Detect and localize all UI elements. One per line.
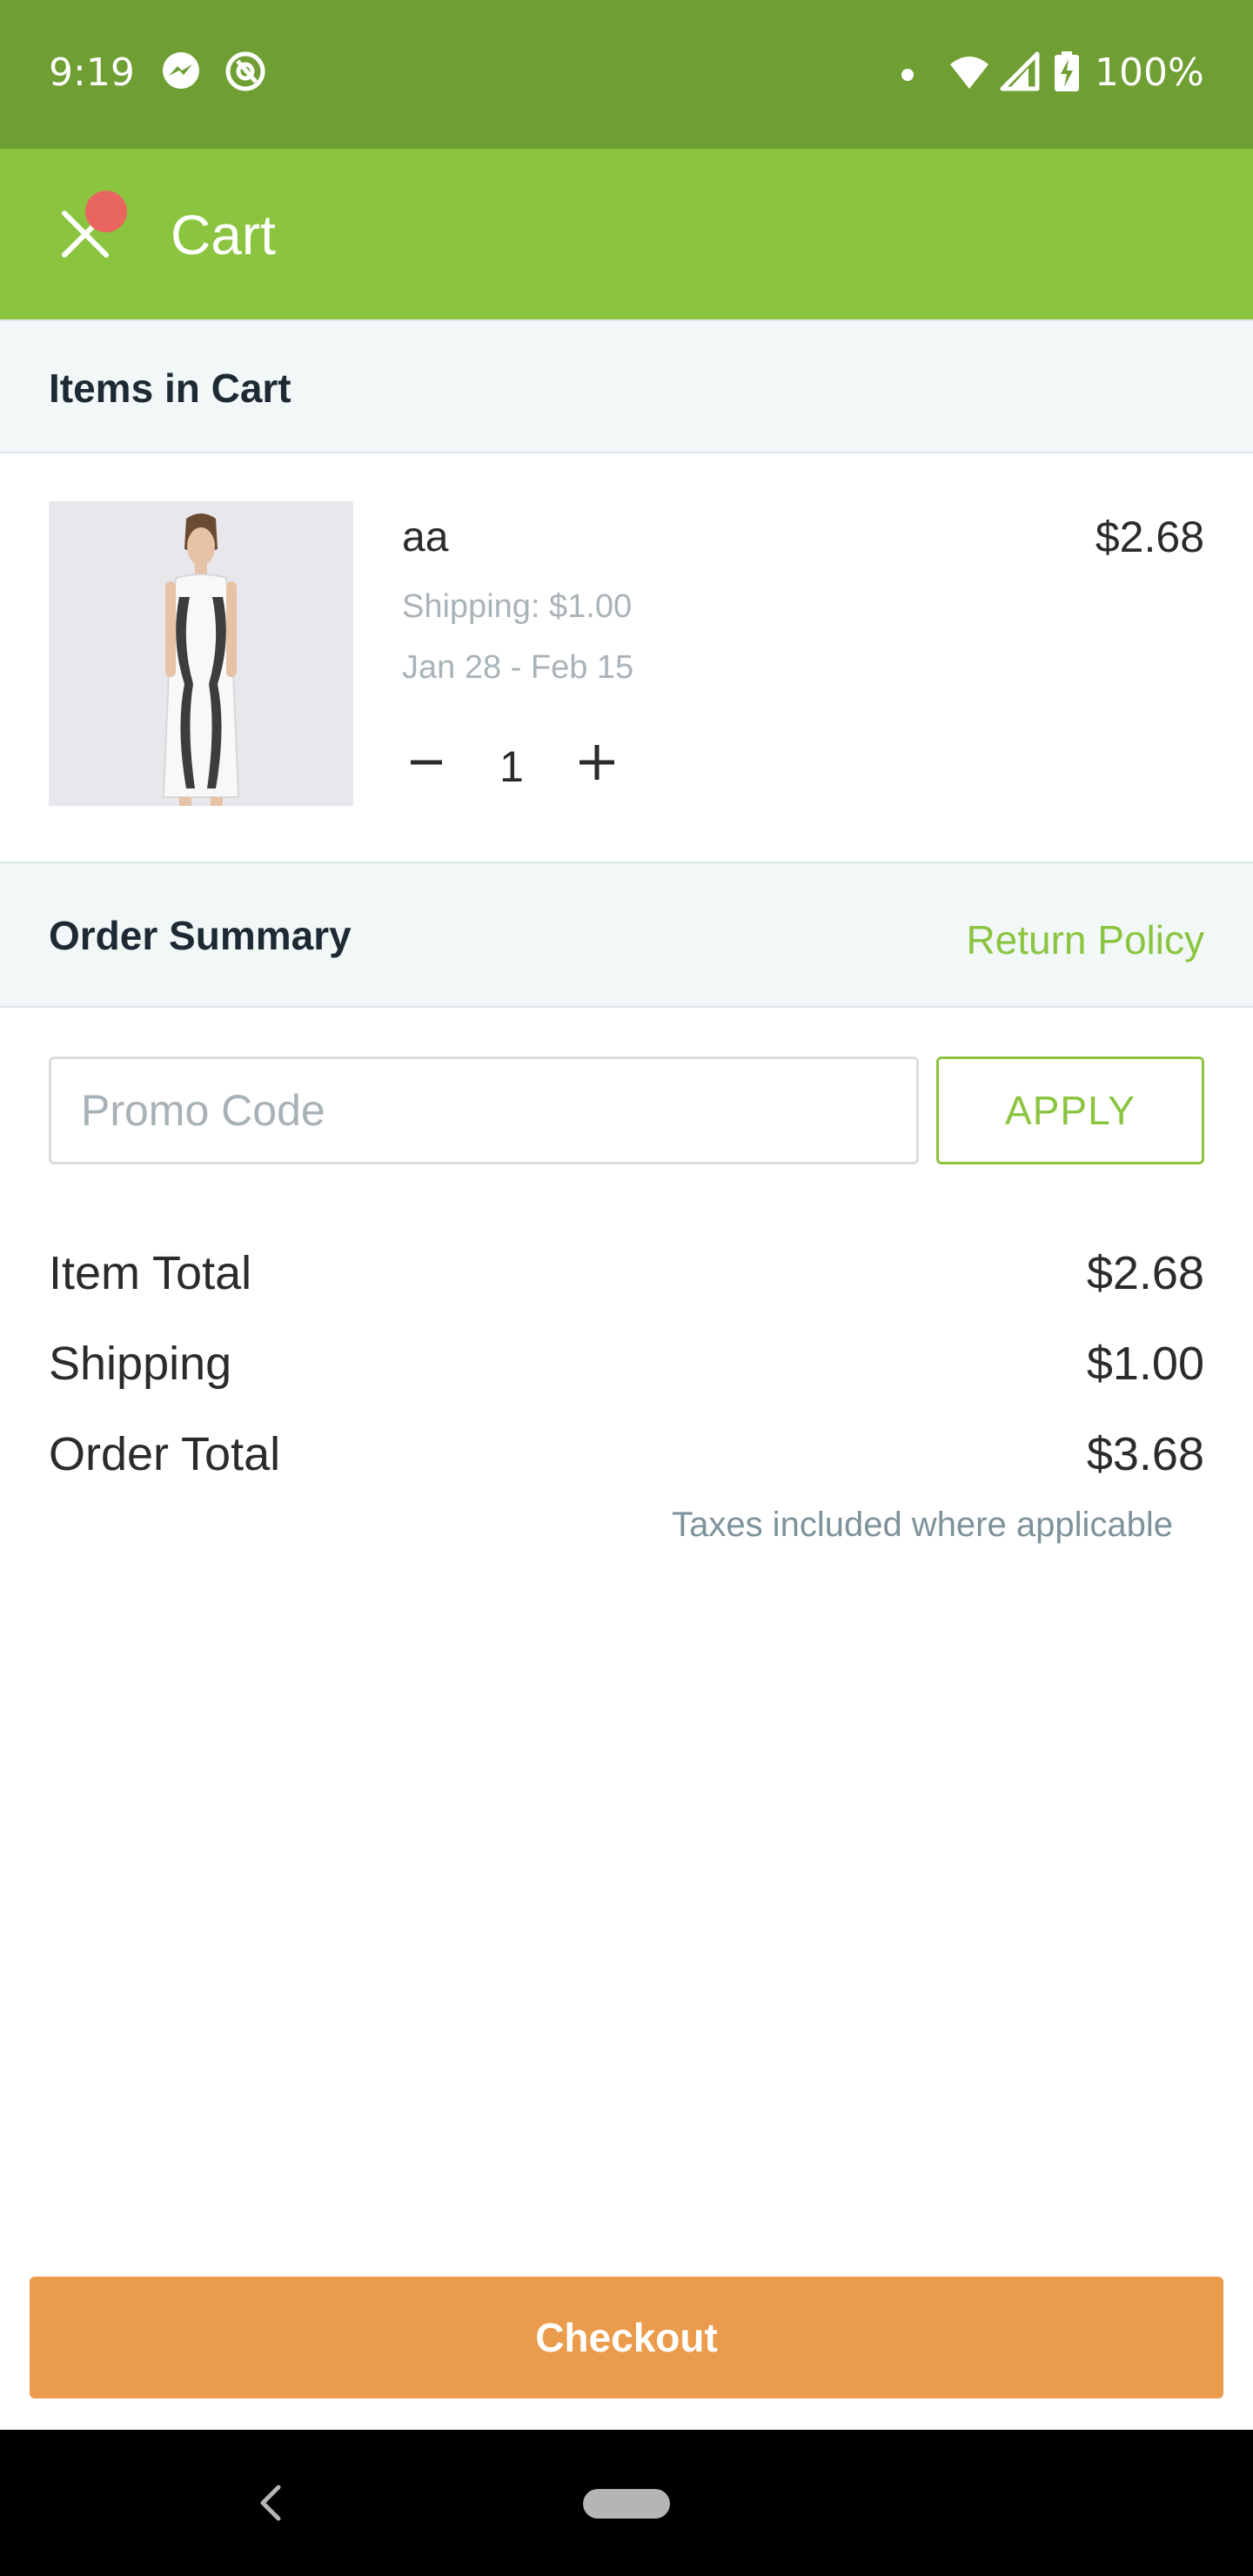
at-sign-icon [225,51,265,91]
checkout-button[interactable]: Checkout [30,2277,1223,2398]
product-image[interactable] [49,501,353,806]
dress-photo [49,501,353,806]
product-name[interactable]: aa [402,513,448,561]
apply-button[interactable]: APPLY [936,1057,1204,1164]
return-policy-link[interactable]: Return Policy [966,916,1204,963]
order-total-value: $3.68 [1086,1428,1204,1480]
product-shipping: Shipping: $1.00 [402,588,633,625]
app-bar: Cart [0,149,1253,319]
page-title: Cart [171,204,276,266]
taxes-note: Taxes included where applicable [672,1506,1173,1544]
notification-dot [901,69,914,81]
back-icon[interactable] [252,2480,291,2526]
decrease-quantity-icon[interactable] [402,738,451,787]
item-total-value: $2.68 [1086,1247,1204,1299]
status-bar: 9:19 100% [0,0,1253,149]
messenger-icon [163,52,199,89]
battery-charging-icon [1055,51,1079,91]
order-total-label: Order Total [49,1428,281,1480]
delivery-estimate: Jan 28 - Feb 15 [402,649,634,686]
home-pill-icon[interactable] [583,2489,670,2519]
notification-badge [85,191,127,232]
battery-percentage: 100% [1095,50,1204,95]
items-in-cart-title: Items in Cart [49,366,291,411]
item-total-label: Item Total [49,1247,252,1299]
signal-icon [1000,51,1040,91]
shipping-value: $1.00 [1086,1338,1204,1390]
product-price: $2.68 [1095,513,1204,561]
quantity-value: 1 [499,742,524,791]
order-summary-title: Order Summary [49,913,352,958]
shipping-label: Shipping [49,1338,232,1390]
increase-quantity-icon[interactable] [573,738,621,787]
system-nav-bar [0,2430,1253,2576]
wifi-icon [950,57,988,89]
promo-code-input[interactable] [49,1057,919,1164]
items-in-cart-header: Items in Cart [0,319,1253,453]
status-time: 9:19 [49,50,135,95]
